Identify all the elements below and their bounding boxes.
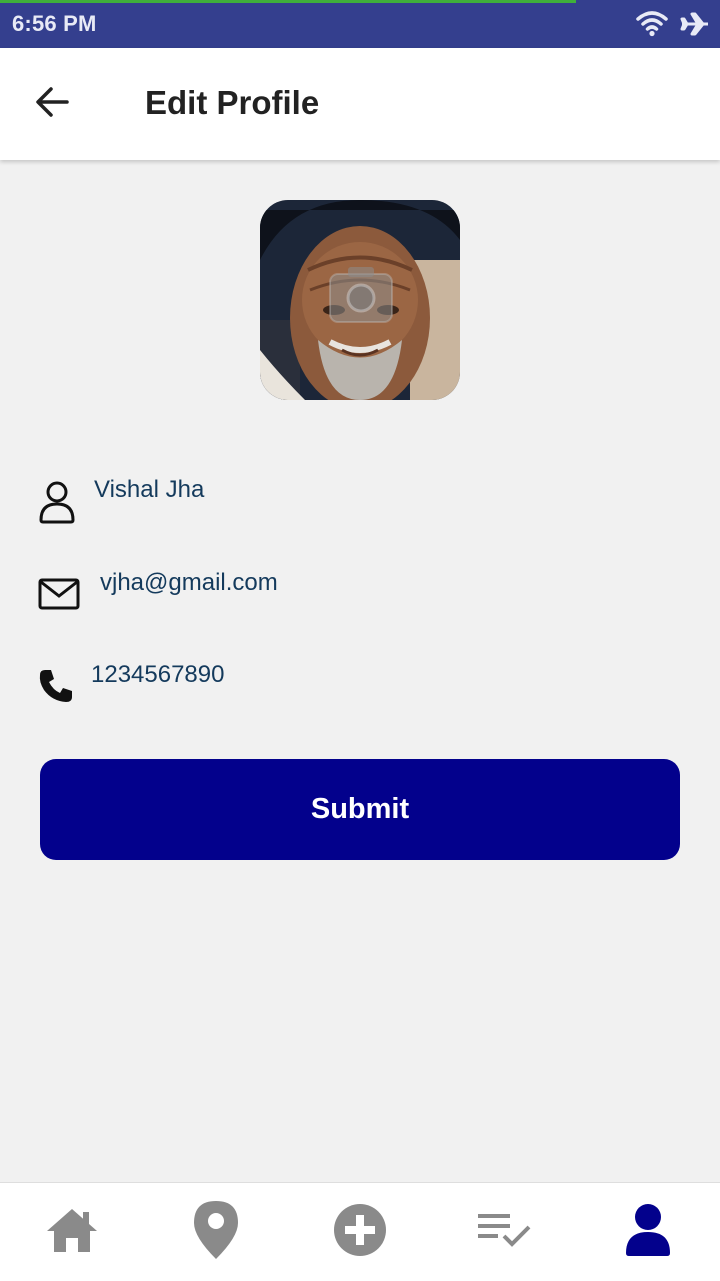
home-icon: [44, 1206, 100, 1259]
page-title: Edit Profile: [145, 84, 320, 121]
person-icon: [625, 1203, 671, 1262]
email-value: vjha@gmail.com: [100, 569, 278, 596]
name-value: Vishal Jha: [94, 476, 205, 503]
name-field[interactable]: Vishal Jha: [0, 470, 720, 530]
arrow-left-icon: [34, 86, 70, 123]
checklist-icon: [476, 1210, 532, 1255]
user-icon: [38, 480, 76, 529]
bottom-nav: [0, 1182, 720, 1281]
airplane-icon: [680, 10, 710, 38]
nav-item-add[interactable]: [288, 1183, 432, 1281]
nav-item-profile[interactable]: [576, 1183, 720, 1281]
status-icons: [636, 10, 710, 38]
plus-circle-icon: [333, 1203, 387, 1262]
nav-item-location[interactable]: [144, 1183, 288, 1281]
nav-item-tasks[interactable]: [432, 1183, 576, 1281]
email-field[interactable]: vjha@gmail.com: [0, 565, 720, 625]
back-button[interactable]: [28, 82, 76, 126]
status-time: 6:56 PM: [12, 11, 97, 36]
phone-value: 1234567890: [91, 661, 225, 688]
phone-icon: [38, 668, 74, 709]
location-pin-icon: [192, 1199, 240, 1266]
phone-field[interactable]: 1234567890: [0, 658, 720, 718]
wifi-icon: [636, 10, 668, 38]
camera-icon[interactable]: [326, 264, 396, 326]
submit-button[interactable]: Submit: [40, 759, 680, 860]
nav-item-home[interactable]: [0, 1183, 144, 1281]
status-progress-bar: [0, 0, 576, 3]
status-bar: 6:56 PM: [0, 0, 720, 48]
mail-icon: [38, 577, 82, 616]
app-bar: Edit Profile: [0, 48, 720, 160]
profile-avatar[interactable]: [260, 200, 460, 400]
